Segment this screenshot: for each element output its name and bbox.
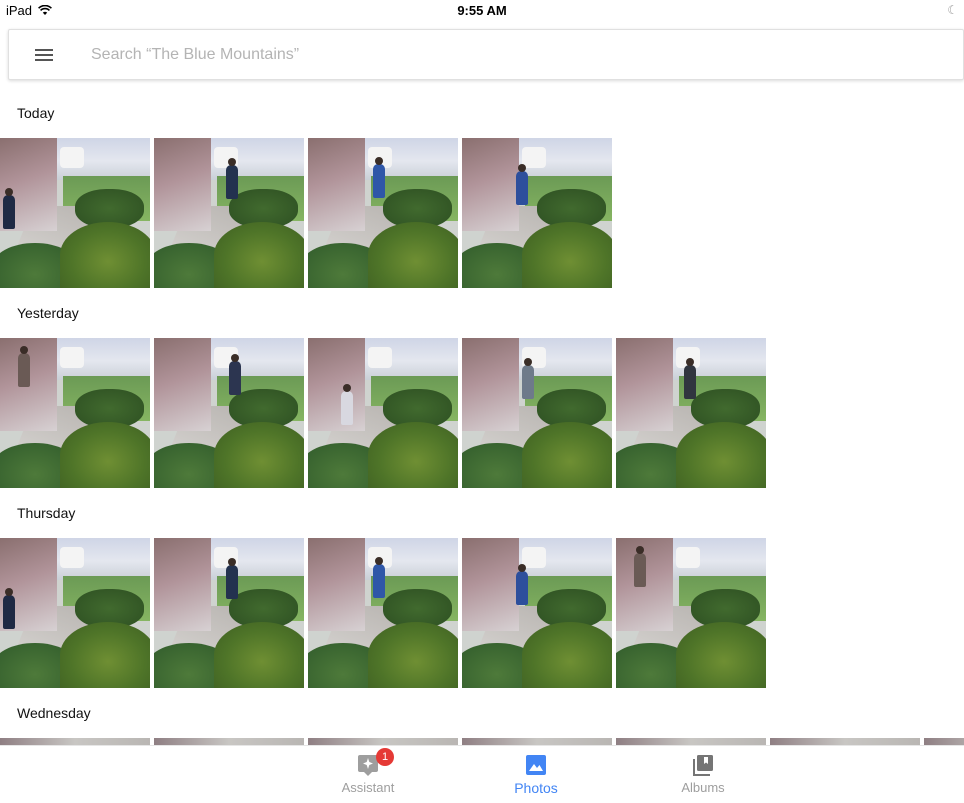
- photo-thumbnail[interactable]: [154, 138, 304, 288]
- section-title-yesterday: Yesterday: [17, 305, 79, 321]
- nav-assistant[interactable]: 1 Assistant: [318, 748, 418, 800]
- nav-albums[interactable]: Albums: [653, 750, 753, 800]
- search-bar: [8, 29, 964, 80]
- photo-row-thursday: [0, 538, 766, 688]
- photo-thumbnail[interactable]: [154, 738, 304, 745]
- photo-thumbnail[interactable]: [462, 338, 612, 488]
- photo-thumbnail[interactable]: [616, 538, 766, 688]
- photo-row-today: [0, 138, 612, 288]
- status-bar: iPad 9:55 AM ☾: [0, 0, 964, 22]
- photo-thumbnail[interactable]: [308, 538, 458, 688]
- bottom-navigation: 1 Assistant Photos Albums: [0, 745, 964, 803]
- photo-thumbnail[interactable]: [0, 738, 150, 745]
- photo-thumbnail[interactable]: [616, 738, 766, 745]
- notification-badge: 1: [376, 748, 394, 766]
- photo-row-yesterday: [0, 338, 766, 488]
- photo-thumbnail[interactable]: [770, 738, 920, 745]
- photo-thumbnail[interactable]: [308, 138, 458, 288]
- photo-thumbnail[interactable]: [154, 538, 304, 688]
- moon-icon: ☾: [947, 3, 958, 17]
- photo-thumbnail[interactable]: [924, 738, 964, 745]
- hamburger-menu-icon[interactable]: [35, 46, 59, 64]
- nav-photos[interactable]: Photos: [486, 750, 586, 800]
- photo-thumbnail[interactable]: [462, 538, 612, 688]
- photo-row-wednesday: [0, 738, 964, 745]
- section-title-thursday: Thursday: [17, 505, 76, 521]
- nav-assistant-label: Assistant: [341, 780, 395, 795]
- photo-thumbnail[interactable]: [462, 738, 612, 745]
- nav-albums-label: Albums: [681, 780, 725, 795]
- section-title-today: Today: [17, 105, 55, 121]
- photo-thumbnail[interactable]: [308, 738, 458, 745]
- status-time: 9:55 AM: [457, 3, 507, 18]
- photo-thumbnail[interactable]: [462, 138, 612, 288]
- albums-icon: [693, 755, 713, 776]
- photo-thumbnail[interactable]: [154, 338, 304, 488]
- photo-thumbnail[interactable]: [308, 338, 458, 488]
- photo-thumbnail[interactable]: [0, 338, 150, 488]
- photo-thumbnail[interactable]: [0, 138, 150, 288]
- search-input[interactable]: [91, 40, 911, 70]
- photos-icon: [526, 755, 546, 775]
- section-title-wednesday: Wednesday: [17, 705, 91, 721]
- nav-photos-label: Photos: [514, 780, 558, 796]
- photo-thumbnail[interactable]: [616, 338, 766, 488]
- photo-thumbnail[interactable]: [0, 538, 150, 688]
